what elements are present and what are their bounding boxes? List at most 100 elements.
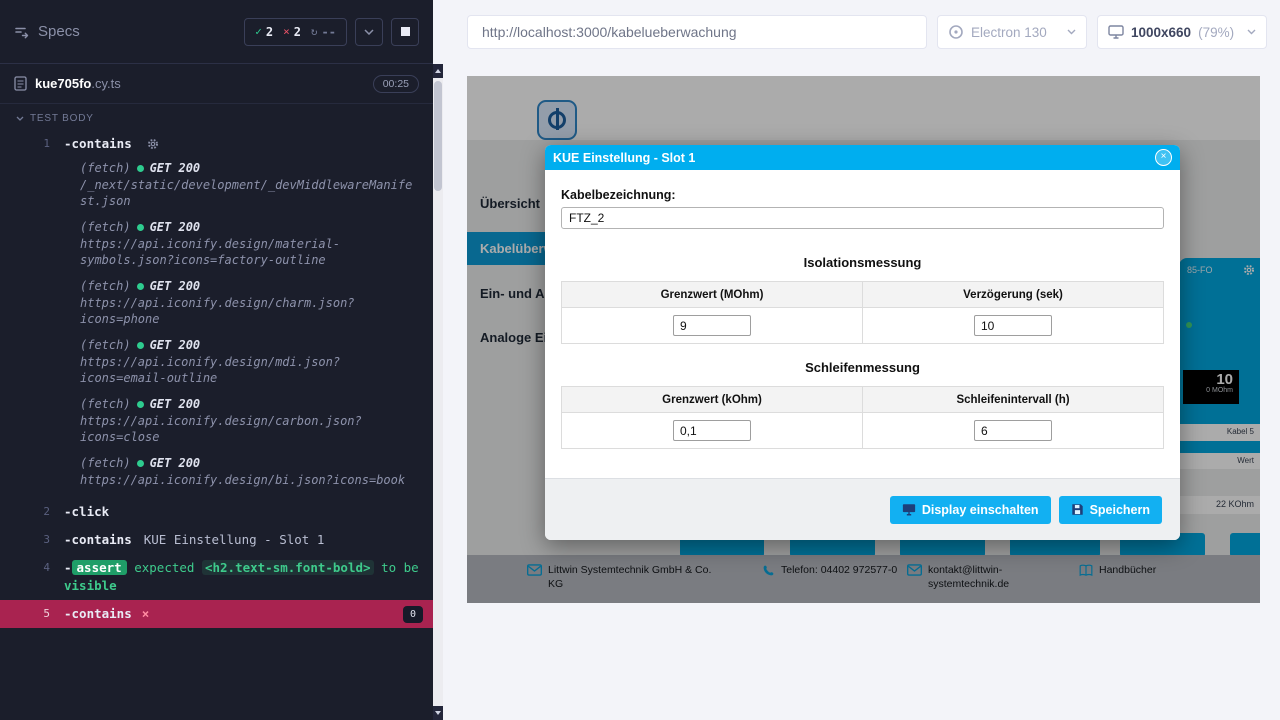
- spec-name-base: kue705fo: [35, 76, 91, 91]
- assert-body: -assert expected <h2.text-sm.font-bold> …: [64, 560, 419, 593]
- command-number: 3: [0, 531, 50, 549]
- browser-name: Electron 130: [971, 25, 1047, 40]
- network-log-entry[interactable]: (fetch)GET 200 https://api.iconify.desig…: [80, 396, 419, 445]
- assert-visible: visible: [64, 578, 117, 593]
- iso-col2-header: Verzögerung (sek): [863, 282, 1164, 308]
- reporter-controls: ✓2 ×2 ↻--: [244, 18, 419, 46]
- fetch-tag: (fetch): [80, 160, 131, 177]
- match-count-badge: 0: [403, 606, 423, 623]
- options-gear-icon: [147, 137, 159, 155]
- verzoegerung-input[interactable]: [974, 315, 1052, 336]
- loop-val2-cell: [863, 413, 1164, 449]
- modal-header: KUE Einstellung - Slot 1 ×: [545, 145, 1180, 170]
- loop-col2-header: Schleifenintervall (h): [863, 387, 1164, 413]
- close-icon[interactable]: ×: [1155, 149, 1172, 166]
- network-log-entry[interactable]: (fetch)GET 200 /_next/static/development…: [80, 160, 419, 209]
- grenzwert-mohm-input[interactable]: [673, 315, 751, 336]
- url-bar[interactable]: http://localhost:3000/kabelueberwachung: [467, 15, 927, 49]
- scroll-down-button[interactable]: [433, 706, 443, 720]
- reporter-header: Specs ✓2 ×2 ↻--: [0, 0, 433, 64]
- command-name: -contains: [64, 532, 132, 547]
- command-click[interactable]: 2 -click: [0, 498, 433, 526]
- fetch-url: https://api.iconify.design/carbon.json?i…: [80, 413, 419, 445]
- kabel-label: Kabelbezeichnung:: [561, 188, 1164, 202]
- network-log-entry[interactable]: (fetch)GET 200 https://api.iconify.desig…: [80, 278, 419, 327]
- command-contains-2[interactable]: 3 -contains KUE Einstellung - Slot 1: [0, 526, 433, 554]
- command-contains-failed[interactable]: 5 -contains × 0: [0, 600, 433, 628]
- save-floppy-icon: [1071, 503, 1084, 516]
- browser-select[interactable]: Electron 130: [937, 15, 1087, 49]
- loop-val1-cell: [562, 413, 863, 449]
- command-assert[interactable]: 4 -assert expected <h2.text-sm.font-bold…: [0, 554, 433, 600]
- fetch-tag: (fetch): [80, 455, 131, 472]
- command-contains-1[interactable]: 1 -contains: [0, 130, 433, 160]
- electron-icon: [948, 24, 964, 40]
- spec-file-name: kue705fo.cy.ts: [35, 76, 121, 91]
- display-on-button[interactable]: Display einschalten: [890, 496, 1051, 524]
- spec-timer: 00:25: [373, 75, 419, 93]
- success-dot-icon: [137, 165, 144, 172]
- modal-body: Kabelbezeichnung: Isolationsmessung Gren…: [545, 170, 1180, 478]
- command-log: 1 -contains (fetch)GET 200 /_next/static…: [0, 130, 433, 628]
- specs-menu-button[interactable]: Specs: [14, 23, 80, 40]
- network-log-entry[interactable]: (fetch)GET 200 https://api.iconify.desig…: [80, 219, 419, 268]
- test-stats: ✓2 ×2 ↻--: [244, 18, 347, 46]
- command-number: 2: [0, 503, 50, 521]
- fetch-url: /_next/static/development/_devMiddleware…: [80, 177, 419, 209]
- command-number: 1: [0, 135, 50, 153]
- triangle-up-icon: [435, 69, 441, 73]
- loop-col1-header: Grenzwert (kOhm): [562, 387, 863, 413]
- scroll-up-button[interactable]: [433, 64, 443, 78]
- fetch-tag: (fetch): [80, 337, 131, 354]
- schleifen-title: Schleifenmessung: [561, 360, 1164, 375]
- command-name: -contains: [64, 136, 132, 151]
- fetch-url: https://api.iconify.design/material-symb…: [80, 236, 419, 268]
- iso-val1-cell: [562, 308, 863, 344]
- test-body-toggle[interactable]: TEST BODY: [0, 104, 433, 130]
- refresh-icon: ↻: [311, 25, 318, 38]
- failed-count: 2: [294, 25, 301, 39]
- command-number: 4: [0, 559, 50, 577]
- runner-header: http://localhost:3000/kabelueberwachung …: [443, 0, 1280, 64]
- fetch-url: https://api.iconify.design/mdi.json?icon…: [80, 354, 419, 386]
- viewport-select[interactable]: 1000x660 (79%): [1097, 15, 1267, 49]
- spec-name-ext: .cy.ts: [91, 76, 120, 91]
- specs-label: Specs: [38, 23, 80, 40]
- isolation-title: Isolationsmessung: [561, 255, 1164, 270]
- cypress-reporter: Specs ✓2 ×2 ↻-- kue705fo.cy.ts 00:25 TES…: [0, 0, 433, 720]
- success-dot-icon: [137, 401, 144, 408]
- triangle-down-icon: [435, 711, 441, 715]
- fetch-url: https://api.iconify.design/bi.json?icons…: [80, 472, 419, 488]
- passed-stat: ✓2: [255, 25, 273, 39]
- command-name: -click: [64, 504, 109, 519]
- fetch-status: GET 200: [150, 337, 201, 354]
- viewport-zoom: (79%): [1198, 25, 1234, 40]
- grenzwert-kohm-input[interactable]: [673, 420, 751, 441]
- spec-file-icon: [14, 76, 27, 91]
- spec-file-row[interactable]: kue705fo.cy.ts 00:25: [0, 64, 433, 104]
- kabel-input[interactable]: [561, 207, 1164, 229]
- fetch-tag: (fetch): [80, 396, 131, 413]
- reporter-scrollbar[interactable]: [433, 64, 443, 720]
- scrollbar-thumb[interactable]: [434, 81, 442, 191]
- fetch-status: GET 200: [150, 278, 201, 295]
- fetch-tag: (fetch): [80, 219, 131, 236]
- collapse-panel-button[interactable]: [355, 18, 383, 46]
- save-button[interactable]: Speichern: [1059, 496, 1162, 524]
- stop-icon: [401, 27, 410, 36]
- chevron-down-icon: [364, 29, 374, 35]
- network-log-entry[interactable]: (fetch) GET 200 https://api.iconify.desig…: [80, 337, 419, 386]
- iso-col1-header: Grenzwert (MOhm): [562, 282, 863, 308]
- network-log-entry[interactable]: (fetch)GET 200 https://api.iconify.desig…: [80, 455, 419, 488]
- runner-area: http://localhost:3000/kabelueberwachung …: [443, 0, 1280, 720]
- command-argument: KUE Einstellung - Slot 1: [144, 532, 325, 547]
- pending-stat: ↻--: [311, 25, 336, 39]
- command-name: -contains: [64, 605, 132, 623]
- isolation-table: Grenzwert (MOhm) Verzögerung (sek): [561, 281, 1164, 344]
- stop-run-button[interactable]: [391, 18, 419, 46]
- save-label: Speichern: [1090, 503, 1150, 517]
- schleifenintervall-input[interactable]: [974, 420, 1052, 441]
- command-number: 5: [0, 605, 50, 623]
- check-icon: ✓: [255, 25, 262, 38]
- success-dot-icon: [137, 283, 144, 290]
